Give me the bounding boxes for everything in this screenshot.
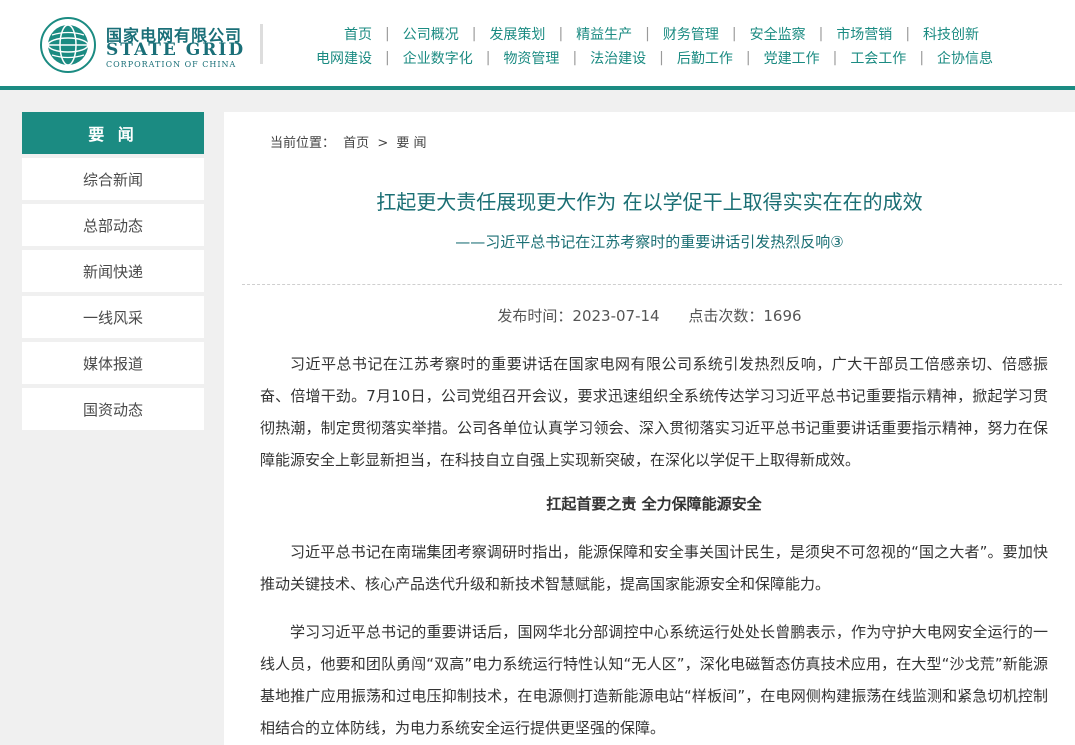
nav-separator: | [919, 50, 925, 66]
top-nav-row-1: 首页 | 公司概况 | 发展策划 | 精益生产 | 财务管理 | 安全监察 | … [310, 22, 1010, 46]
sidebar-title[interactable]: 要 闻 [22, 112, 204, 154]
nav-item-legal[interactable]: 法治建设 [590, 48, 646, 68]
nav-separator: | [385, 26, 390, 42]
article-subtitle: ——习近平总书记在江苏考察时的重要讲话引发热烈反响③ [455, 233, 844, 251]
title-divider [242, 284, 1062, 285]
breadcrumb-prefix: 当前位置： [270, 136, 336, 151]
breadcrumb-separator: > [377, 136, 389, 151]
sidebar-item-general-news[interactable]: 综合新闻 [22, 158, 204, 200]
nav-item-tech-innovation[interactable]: 科技创新 [923, 24, 979, 44]
article-panel: 当前位置： 首页 > 要 闻 扛起更大责任展现更大作为 在以学促干上取得实实在在… [224, 112, 1075, 745]
brand-name-en: STATE GRID [106, 40, 246, 60]
sidebar-item-hq-updates[interactable]: 总部动态 [22, 204, 204, 246]
nav-separator: | [485, 50, 491, 66]
breadcrumb: 当前位置： 首页 > 要 闻 [270, 132, 431, 151]
article-section-heading: 扛起首要之责 全力保障能源安全 [546, 495, 762, 513]
article-body: 习近平总书记在江苏考察时的重要讲话在国家电网有限公司系统引发热烈反响，广大干部员… [260, 348, 1048, 744]
article-paragraph: 学习习近平总书记的重要讲话后，国网华北分部调控中心系统运行处处长曾鹏表示，作为守… [260, 623, 1048, 737]
top-nav-row-2: 电网建设 | 企业数字化 | 物资管理 | 法治建设 | 后勤工作 | 党建工作… [310, 46, 1010, 70]
nav-item-safety[interactable]: 安全监察 [750, 24, 806, 44]
nav-separator: | [818, 26, 824, 42]
nav-separator: | [645, 26, 650, 42]
nav-item-finance[interactable]: 财务管理 [663, 24, 719, 44]
article-meta: 发布时间：2023-07-14 点击次数：1696 [224, 305, 1075, 326]
site-logo[interactable]: 国家电网有限公司 STATE GRID CORPORATION OF CHINA [38, 16, 268, 73]
article-paragraph: 习近平总书记在南瑞集团考察调研时指出，能源保障和安全事关国计民生，是须臾不可忽视… [260, 543, 1048, 593]
article-title: 扛起更大责任展现更大作为 在以学促干上取得实实在在的成效 [376, 190, 923, 214]
nav-item-materials[interactable]: 物资管理 [503, 48, 559, 68]
nav-separator: | [832, 50, 838, 66]
nav-item-home[interactable]: 首页 [344, 24, 372, 44]
breadcrumb-home-link[interactable]: 首页 [343, 136, 369, 151]
nav-item-marketing[interactable]: 市场营销 [836, 24, 892, 44]
nav-separator: | [558, 26, 564, 42]
nav-item-development-planning[interactable]: 发展策划 [489, 24, 545, 44]
nav-item-digitalization[interactable]: 企业数字化 [403, 48, 473, 68]
nav-separator: | [385, 50, 390, 66]
breadcrumb-current-link[interactable]: 要 闻 [396, 136, 426, 151]
nav-separator: | [659, 50, 664, 66]
brand-name-en-sub: CORPORATION OF CHINA [106, 60, 237, 69]
header-accent-bar [0, 86, 1075, 90]
logo-divider [260, 24, 263, 64]
nav-separator: | [572, 50, 578, 66]
nav-item-grid-construction[interactable]: 电网建设 [316, 48, 372, 68]
sidebar-item-media-reports[interactable]: 媒体报道 [22, 342, 204, 384]
nav-separator: | [905, 26, 911, 42]
nav-item-logistics[interactable]: 后勤工作 [677, 48, 733, 68]
sidebar-item-sasac-updates[interactable]: 国资动态 [22, 388, 204, 430]
sidebar: 要 闻 综合新闻 总部动态 新闻快递 一线风采 媒体报道 国资动态 [22, 112, 204, 430]
click-count: 点击次数：1696 [688, 307, 802, 325]
nav-item-union[interactable]: 工会工作 [850, 48, 906, 68]
state-grid-globe-icon [40, 17, 96, 73]
top-nav: 首页 | 公司概况 | 发展策划 | 精益生产 | 财务管理 | 安全监察 | … [310, 22, 1010, 70]
publish-time: 发布时间：2023-07-14 [497, 307, 660, 325]
nav-item-company-overview[interactable]: 公司概况 [403, 24, 459, 44]
sidebar-item-frontline[interactable]: 一线风采 [22, 296, 204, 338]
sidebar-item-news-flash[interactable]: 新闻快递 [22, 250, 204, 292]
nav-item-lean-production[interactable]: 精益生产 [576, 24, 632, 44]
nav-item-party-building[interactable]: 党建工作 [764, 48, 820, 68]
nav-separator: | [471, 26, 477, 42]
article-paragraph: 习近平总书记在江苏考察时的重要讲话在国家电网有限公司系统引发热烈反响，广大干部员… [260, 355, 1048, 469]
nav-item-enterprise-association[interactable]: 企协信息 [937, 48, 993, 68]
nav-separator: | [731, 26, 737, 42]
nav-separator: | [745, 50, 751, 66]
site-header: 国家电网有限公司 STATE GRID CORPORATION OF CHINA… [0, 0, 1075, 86]
